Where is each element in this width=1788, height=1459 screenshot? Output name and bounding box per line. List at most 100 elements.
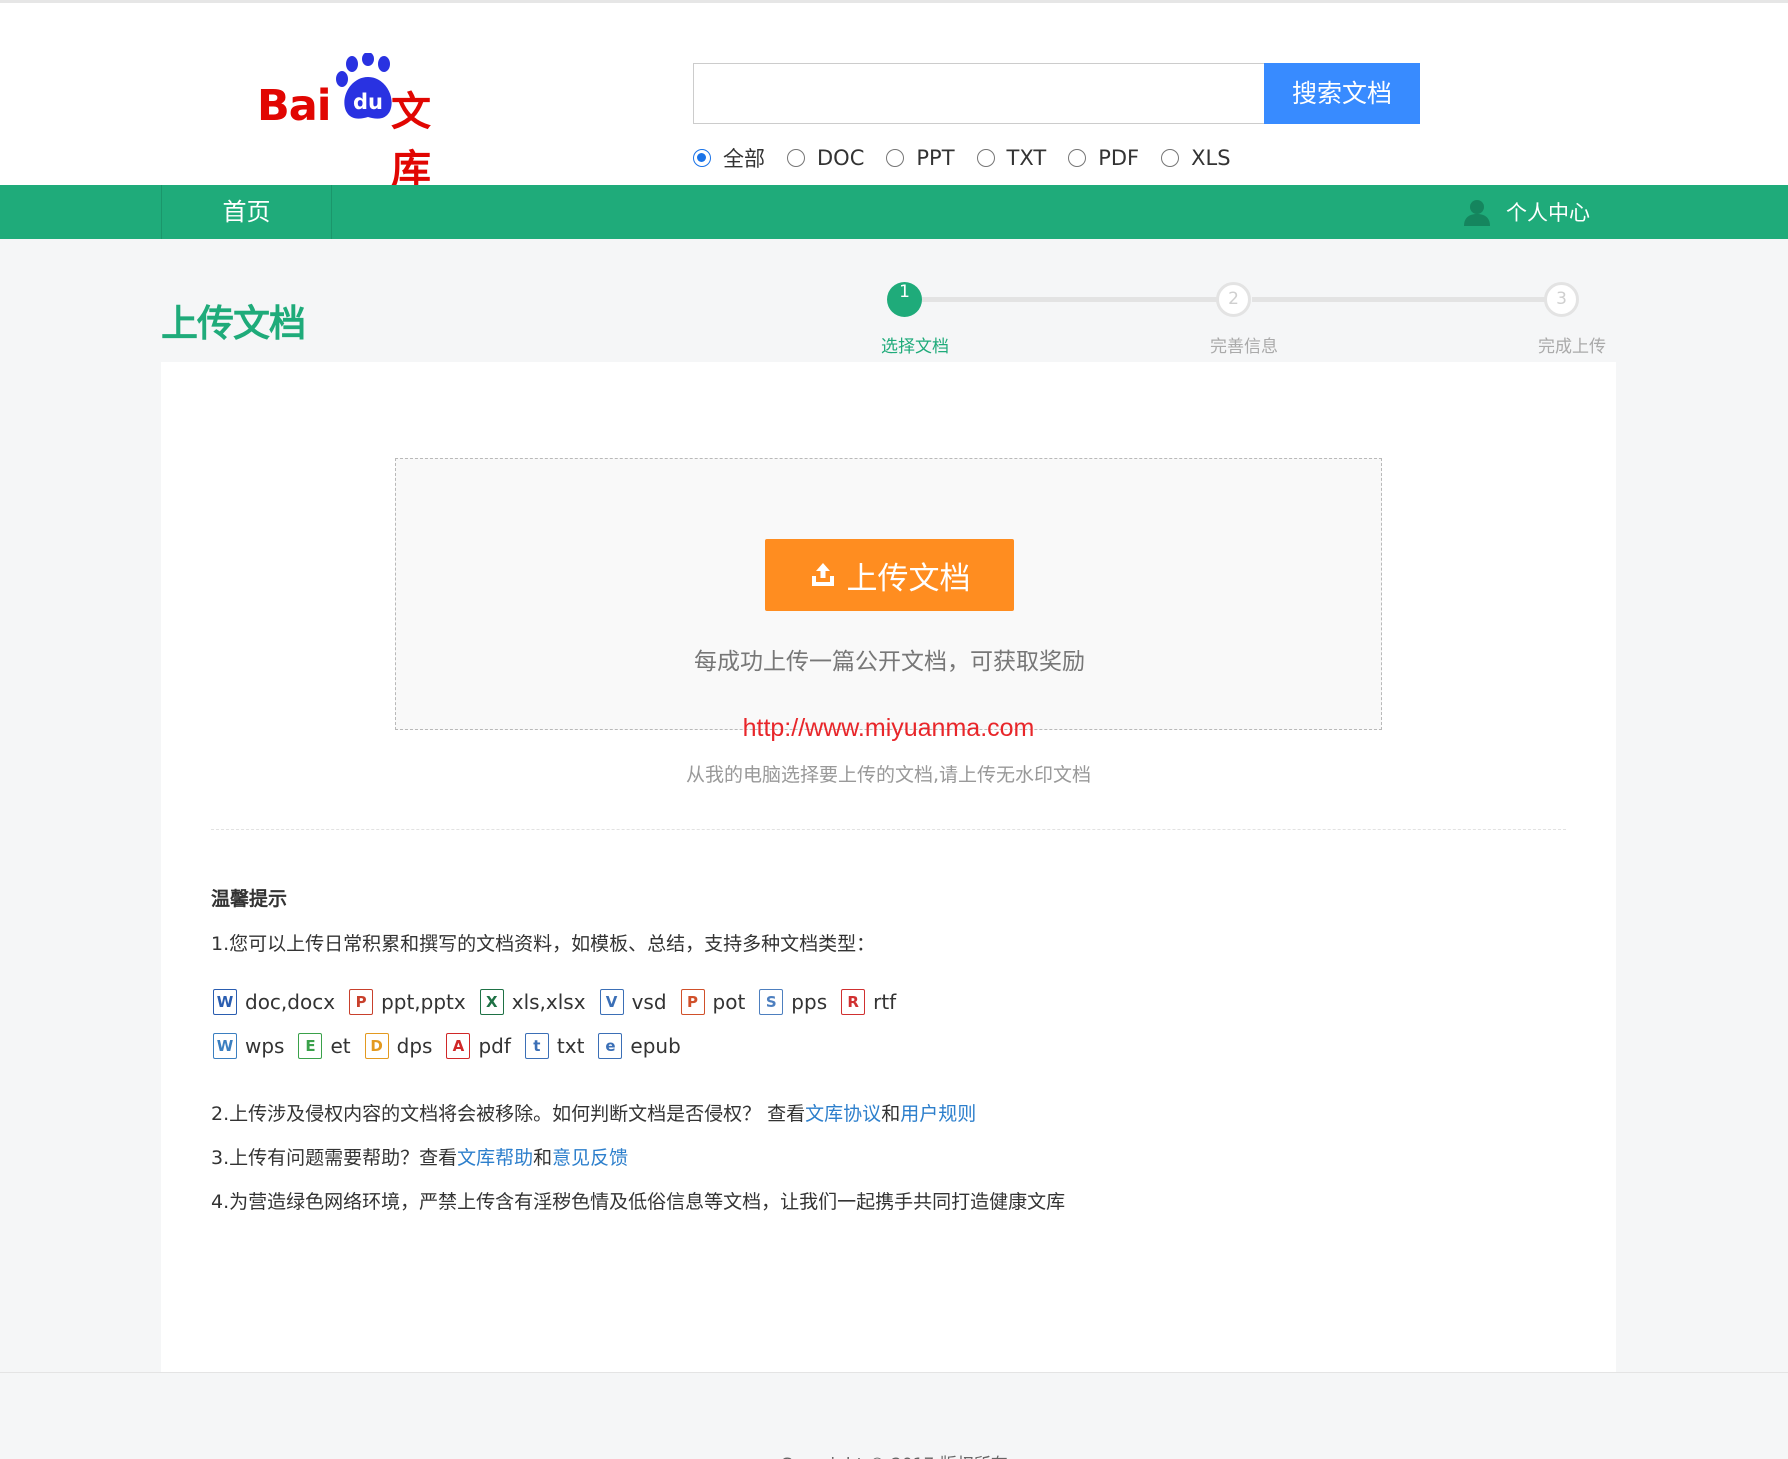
- file-type-label: rtf: [873, 990, 897, 1014]
- file-type-label: ppt,pptx: [381, 990, 466, 1014]
- main-nav: 首页 个人中心: [0, 185, 1788, 239]
- radio-txt[interactable]: [976, 149, 995, 167]
- file-type-doc: Wdoc,docx: [213, 989, 335, 1015]
- file-type-label: xls,xlsx: [511, 990, 586, 1014]
- header: Bai du 文库 搜索文档 全部 DOC PPT TXT PDF XLS: [0, 3, 1788, 193]
- step-1-label: 选择文档: [881, 337, 949, 357]
- user-rules-link[interactable]: 用户规则: [900, 1103, 976, 1125]
- file-types-row: Wdoc,docx Pppt,pptx Xxls,xlsx Vvsd Ppot Spps R…: [213, 989, 910, 1015]
- radio-doc[interactable]: [787, 149, 805, 167]
- powerpoint-icon: P: [349, 989, 374, 1015]
- word-icon: W: [213, 989, 237, 1015]
- watermark-url: http://www.miyuanma.com: [742, 714, 1035, 742]
- file-type-vsd: Vvsd: [599, 989, 667, 1015]
- wps-icon: W: [213, 1033, 237, 1059]
- file-type-label: pps: [791, 990, 828, 1014]
- file-type-ppt: Pppt,pptx: [349, 989, 466, 1015]
- feedback-link[interactable]: 意见反馈: [552, 1147, 628, 1169]
- svg-text:du: du: [353, 90, 383, 114]
- txt-icon: t: [524, 1033, 549, 1059]
- nav-home[interactable]: 首页: [161, 185, 332, 239]
- radio-all[interactable]: [693, 149, 711, 167]
- file-types-row: Wwps Eet Ddps Apdf t txt e epub: [213, 1033, 695, 1059]
- file-type-label: wps: [245, 1034, 285, 1058]
- file-type-label: pdf: [478, 1034, 511, 1058]
- file-type-dps: Ddps: [364, 1033, 433, 1059]
- epub-icon: e: [598, 1033, 623, 1059]
- dps-icon: D: [364, 1033, 389, 1059]
- page-title: 上传文档: [161, 302, 306, 345]
- upload-document-button[interactable]: 上传文档: [765, 539, 1014, 611]
- filter-label: PDF: [1098, 146, 1140, 170]
- filter-txt[interactable]: TXT: [976, 146, 1047, 170]
- library-help-link[interactable]: 文库帮助: [457, 1147, 533, 1169]
- search-documents-button[interactable]: 搜索文档: [1264, 63, 1420, 124]
- tip-text: 2.上传涉及侵权内容的文档将会被移除。如何判断文档是否侵权？ 查看: [211, 1103, 806, 1125]
- filter-label: TXT: [1006, 146, 1047, 170]
- logo-text-wenku: 文库: [391, 89, 431, 193]
- file-type-et: Eet: [298, 1033, 351, 1059]
- radio-xls[interactable]: [1161, 149, 1180, 167]
- pot-icon: P: [680, 989, 705, 1015]
- tip-text: 3.上传有问题需要帮助？查看: [211, 1147, 458, 1169]
- filter-label: DOC: [817, 146, 865, 170]
- tip-line-2: 2.上传涉及侵权内容的文档将会被移除。如何判断文档是否侵权？ 查看文库协议和用户…: [211, 1099, 976, 1126]
- file-type-label: pot: [712, 990, 746, 1014]
- tip-line-4: 4.为营造绿色网络环境，严禁上传含有淫秽色情及低俗信息等文档，让我们一起携手共同…: [211, 1191, 1066, 1213]
- file-type-label: et: [330, 1034, 351, 1058]
- tip-line-3: 3.上传有问题需要帮助？查看文库帮助和意见反馈: [211, 1143, 628, 1170]
- reward-text: 每成功上传一篇公开文档，可获取奖励: [694, 649, 1085, 675]
- file-type-pdf: Apdf: [446, 1033, 511, 1059]
- file-type-epub: e epub: [598, 1033, 681, 1059]
- logo-text-bai: Bai: [257, 81, 332, 131]
- filter-ppt[interactable]: PPT: [886, 146, 955, 170]
- radio-ppt[interactable]: [886, 149, 905, 167]
- radio-pdf[interactable]: [1068, 149, 1087, 167]
- step-2-label: 完善信息: [1210, 337, 1278, 357]
- upload-button-label: 上传文档: [846, 560, 971, 597]
- step-2-circle: 2: [1216, 282, 1251, 317]
- pps-icon: S: [759, 989, 784, 1015]
- filter-xls[interactable]: XLS: [1161, 146, 1231, 170]
- file-type-xls: Xxls,xlsx: [479, 989, 586, 1015]
- file-type-label: dps: [396, 1034, 433, 1058]
- doc-type-filter: 全部 DOC PPT TXT PDF XLS: [693, 143, 1253, 173]
- file-type-label: doc,docx: [245, 990, 336, 1014]
- filter-all[interactable]: 全部: [693, 143, 765, 173]
- filter-label: XLS: [1191, 146, 1231, 170]
- file-type-txt: t txt: [524, 1033, 585, 1059]
- user-icon: [1464, 200, 1490, 226]
- divider: [211, 829, 1566, 830]
- tip-text: 和: [881, 1103, 901, 1125]
- footer: Copyright © 2017 版权所有: [0, 1372, 1788, 1459]
- filter-doc[interactable]: DOC: [787, 146, 864, 170]
- file-type-label: txt: [556, 1034, 585, 1058]
- upload-icon: [811, 563, 834, 586]
- baidu-wenku-logo[interactable]: Bai du 文库: [255, 53, 465, 193]
- file-type-label: vsd: [631, 990, 667, 1014]
- step-1-circle: 1: [887, 282, 922, 317]
- filter-pdf[interactable]: PDF: [1068, 146, 1139, 170]
- library-agreement-link[interactable]: 文库协议: [805, 1103, 881, 1125]
- tip-line-1: 1.您可以上传日常积累和撰写的文档资料，如模板、总结，支持多种文档类型：: [211, 933, 876, 955]
- tips-title: 温馨提示: [211, 888, 288, 910]
- step-3-label: 完成上传: [1538, 337, 1606, 357]
- file-type-label: epub: [630, 1034, 681, 1058]
- tip-text: 和: [533, 1147, 553, 1169]
- pdf-icon: A: [446, 1033, 471, 1059]
- et-icon: E: [298, 1033, 323, 1059]
- file-type-pot: Ppot: [680, 989, 746, 1015]
- copyright-text: Copyright © 2017 版权所有: [0, 1450, 1788, 1459]
- upload-card: 上传文档 每成功上传一篇公开文档，可获取奖励 http://www.miyuan…: [161, 362, 1616, 1372]
- vsd-icon: V: [599, 989, 624, 1015]
- user-center-label: 个人中心: [1506, 201, 1590, 225]
- step-connector: [1252, 297, 1562, 302]
- upload-dropzone[interactable]: 上传文档 每成功上传一篇公开文档，可获取奖励: [395, 458, 1382, 730]
- search-input[interactable]: [693, 63, 1265, 124]
- filter-label: 全部: [723, 147, 765, 171]
- step-connector: [905, 297, 1235, 302]
- excel-icon: X: [479, 989, 504, 1015]
- nav-user-center[interactable]: 个人中心: [1462, 185, 1590, 239]
- select-file-hint: 从我的电脑选择要上传的文档,请上传无水印文档: [685, 764, 1092, 786]
- rtf-icon: R: [841, 989, 866, 1015]
